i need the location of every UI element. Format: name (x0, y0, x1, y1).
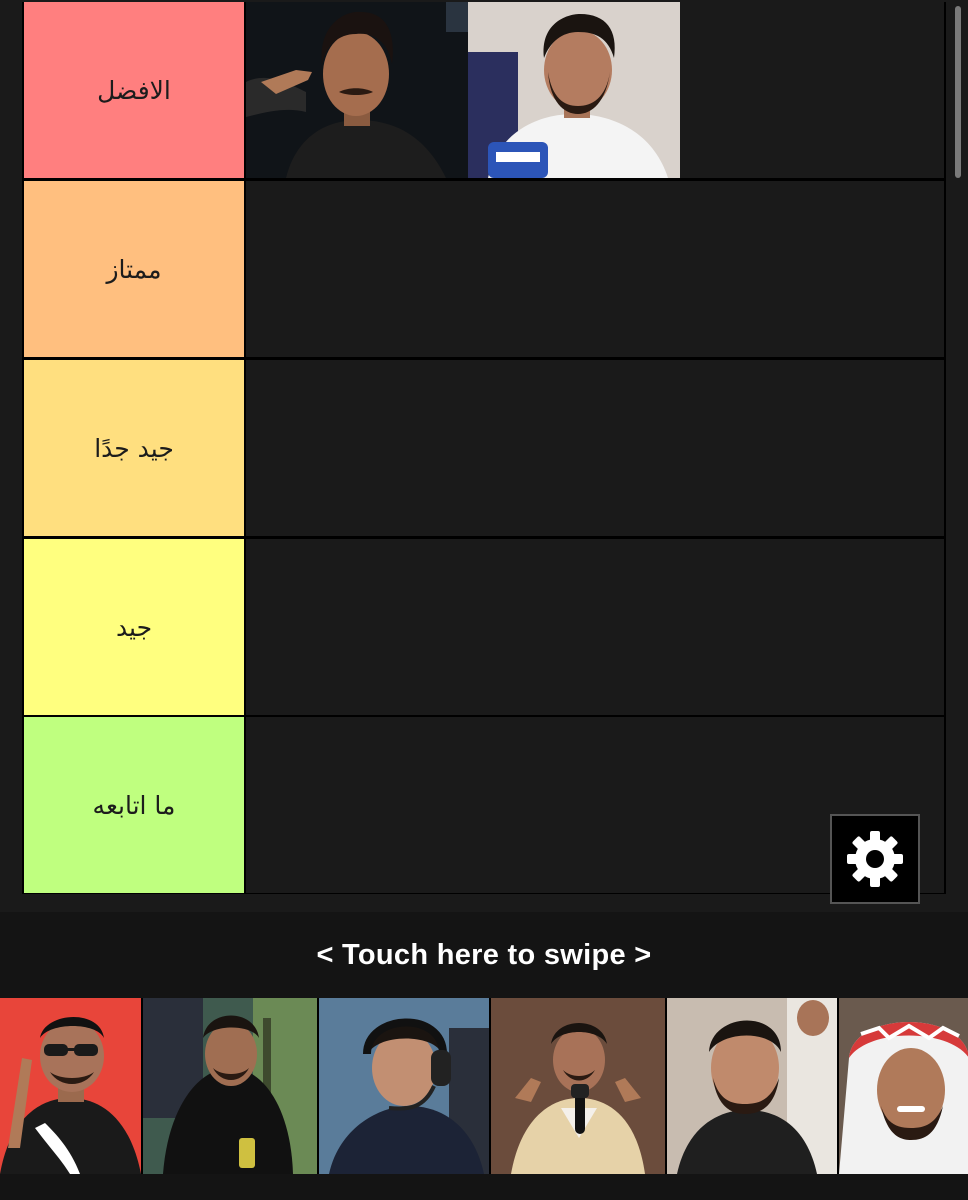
tier-label[interactable]: جيد جدًا (24, 360, 244, 536)
person-photo (319, 998, 489, 1174)
person-card-4[interactable] (143, 998, 317, 1174)
tier-label[interactable]: الافضل (24, 2, 244, 178)
swipe-bar[interactable]: < Touch here to swipe > (0, 912, 968, 998)
tier-label[interactable]: ممتاز (24, 181, 244, 357)
person-card-8[interactable] (839, 998, 968, 1174)
tier-label[interactable]: ما اتابعه (24, 717, 244, 893)
tier-label-text: ممتاز (106, 254, 162, 284)
tier-label-text: جيد جدًا (94, 433, 174, 463)
person-photo (0, 998, 141, 1174)
person-card-2[interactable] (468, 2, 680, 178)
tier-list: الافضل ممتاز جيد جدًا جيد ما اتابعه (22, 2, 946, 894)
swipe-label: < Touch here to swipe > (316, 938, 652, 971)
person-photo (667, 998, 837, 1174)
tier-row: جيد (22, 539, 946, 715)
tier-label[interactable]: جيد (24, 539, 244, 715)
tier-label-text: ما اتابعه (92, 790, 176, 820)
tier-drop-zone[interactable] (246, 181, 944, 357)
person-photo (491, 998, 665, 1174)
person-card-5[interactable] (319, 998, 489, 1174)
gear-icon (847, 831, 903, 887)
person-card-6[interactable] (491, 998, 665, 1174)
bottom-strip (0, 1174, 968, 1200)
person-card-1[interactable] (246, 2, 468, 178)
tier-label-text: الافضل (97, 75, 171, 105)
person-card-7[interactable] (667, 998, 837, 1174)
tier-drop-zone[interactable] (246, 360, 944, 536)
tier-row: ما اتابعه (22, 717, 946, 893)
tier-row: ممتاز (22, 181, 946, 357)
tier-drop-zone[interactable] (246, 2, 944, 178)
tier-row: جيد جدًا (22, 360, 946, 536)
tier-label-text: جيد (115, 612, 153, 642)
person-photo (246, 2, 468, 178)
scrollbar-thumb[interactable] (955, 6, 961, 178)
tier-drop-zone[interactable] (246, 539, 944, 715)
person-card-3[interactable] (0, 998, 141, 1174)
person-photo (468, 2, 680, 178)
person-photo (143, 998, 317, 1174)
settings-button[interactable] (830, 814, 920, 904)
tier-row: الافضل (22, 2, 946, 178)
unranked-pool[interactable] (0, 998, 968, 1174)
person-photo (839, 998, 968, 1174)
